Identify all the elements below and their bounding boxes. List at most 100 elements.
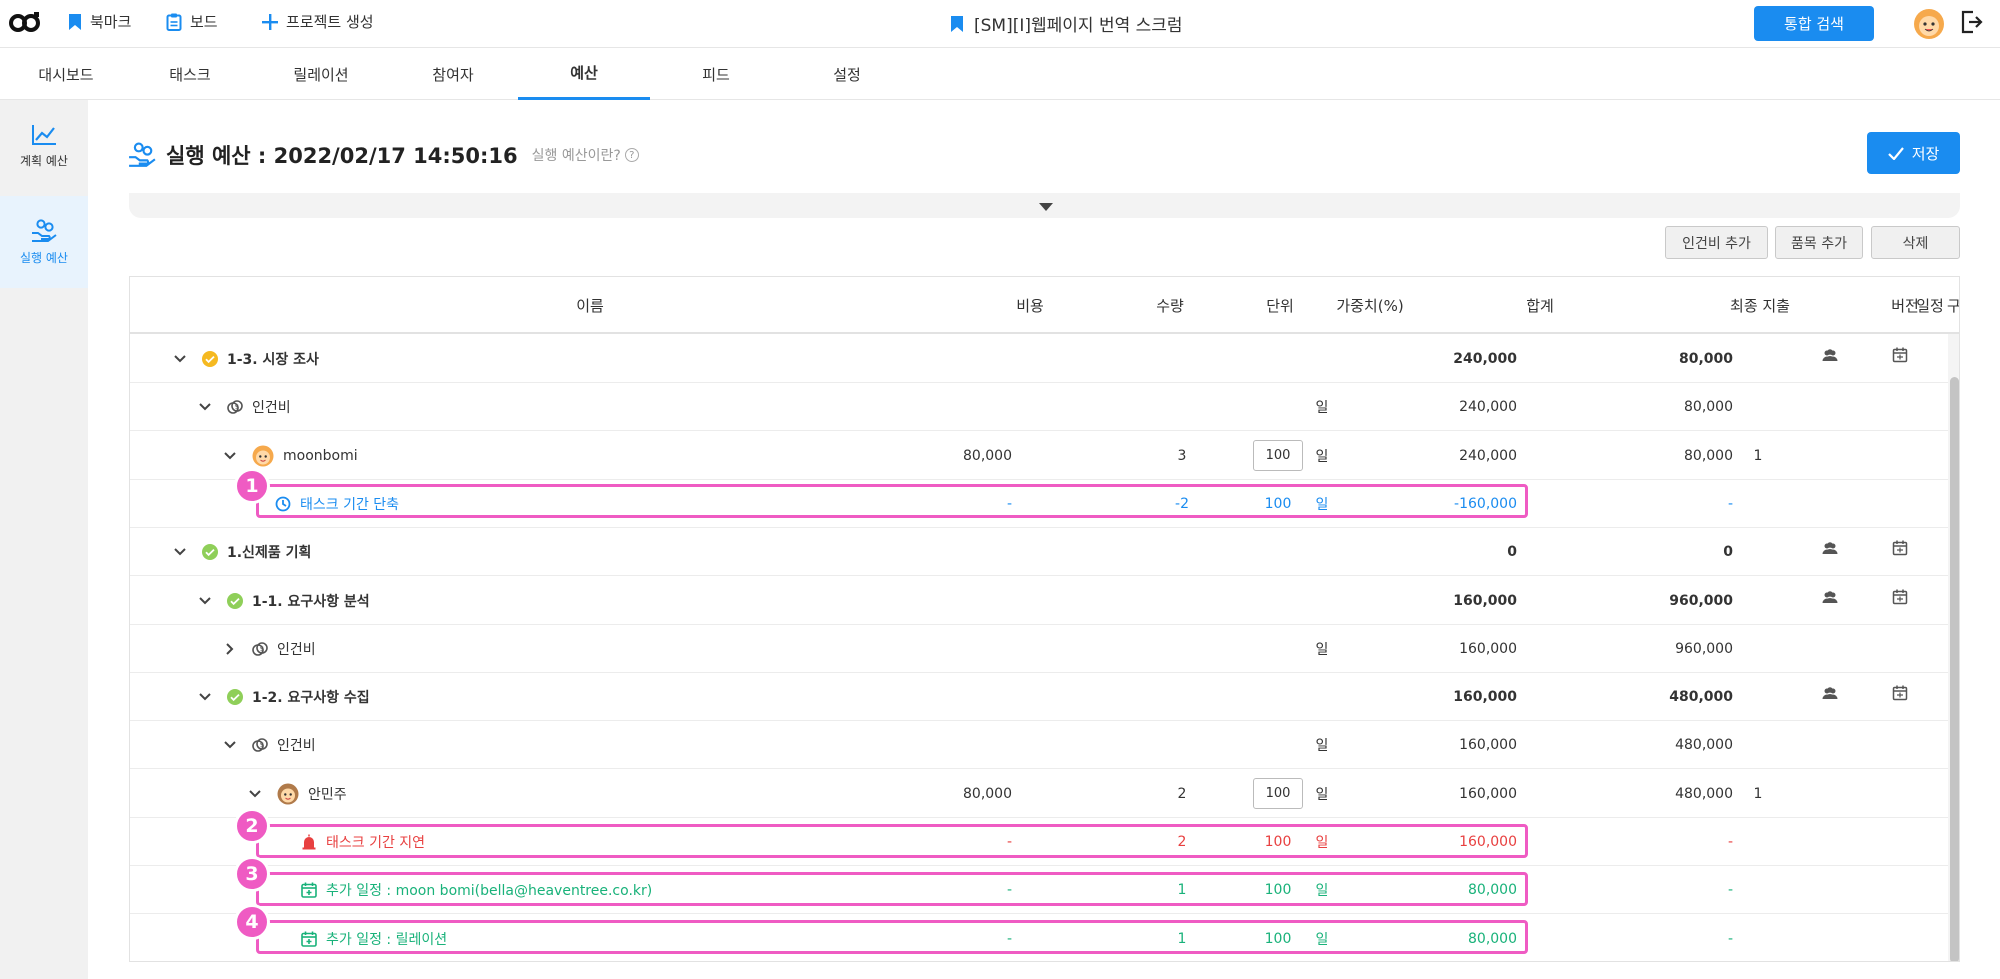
status-check-icon bbox=[202, 351, 218, 367]
chevron-down-icon[interactable] bbox=[199, 595, 211, 607]
tab-participants[interactable]: 참여자 bbox=[387, 48, 519, 100]
total-cell: 240,000 bbox=[1459, 447, 1517, 464]
project-title: [SM][I]웹페이지 번역 스크럼 bbox=[950, 11, 1183, 36]
page-title: 실행 예산 : 2022/02/17 14:50:16 bbox=[166, 144, 518, 168]
weight-input[interactable]: 100 bbox=[1253, 778, 1303, 810]
sidebar-item-execution-budget[interactable]: 실행 예산 bbox=[0, 196, 88, 288]
budget-table: 이름 비용 수량 단위 가중치(%) 합계 최종 지출 버전 구성 인원 일정 … bbox=[129, 276, 1960, 962]
version-cell: 1 bbox=[1753, 785, 1763, 802]
cost-cell: 80,000 bbox=[963, 785, 1012, 802]
col-unit: 단위 bbox=[1266, 297, 1294, 315]
row-name-label: 1-1. 요구사항 분석 bbox=[252, 593, 370, 610]
create-project-link[interactable]: 프로젝트 생성 bbox=[262, 11, 374, 32]
logout-icon[interactable] bbox=[1961, 10, 1983, 34]
add-labor-cost-button[interactable]: 인건비 추가 bbox=[1665, 226, 1768, 259]
row-name-cell: $ 인건비 bbox=[224, 625, 784, 673]
final-cell: 480,000 bbox=[1675, 737, 1733, 754]
table-row[interactable]: 1-2. 요구사항 수집 160,000 480,000 bbox=[130, 673, 1959, 722]
bookmark-label: 북마크 bbox=[90, 13, 132, 31]
row-name-label: 인건비 bbox=[277, 641, 316, 658]
table-row[interactable]: $ 인건비 일 160,000 960,000 bbox=[130, 625, 1959, 673]
group-members-icon[interactable] bbox=[1822, 685, 1838, 701]
members-cell bbox=[1800, 573, 1860, 621]
qty-cell: 2 bbox=[1177, 785, 1187, 802]
app-logo-icon[interactable] bbox=[8, 10, 42, 36]
row-name-cell: moonbomi bbox=[224, 432, 784, 480]
board-link[interactable]: 보드 bbox=[166, 11, 218, 32]
tab-relations[interactable]: 릴레이션 bbox=[255, 48, 387, 100]
tab-dashboard[interactable]: 대시보드 bbox=[0, 48, 132, 100]
version-cell: 1 bbox=[1753, 447, 1763, 464]
schedule-cell bbox=[1870, 331, 1930, 379]
group-members-icon[interactable] bbox=[1822, 540, 1838, 556]
chevron-down-icon[interactable] bbox=[199, 691, 211, 703]
global-search-button[interactable]: 통합 검색 bbox=[1754, 6, 1874, 41]
caret-down-icon bbox=[1039, 203, 1053, 211]
final-cell: 80,000 bbox=[1684, 447, 1733, 464]
table-row[interactable]: 안민주 80,000 2 일 100 160,000 480,000 1 bbox=[130, 770, 1959, 818]
save-button[interactable]: 저장 bbox=[1867, 132, 1960, 174]
line-chart-icon bbox=[32, 124, 56, 145]
coins-icon: $ bbox=[252, 641, 268, 656]
delete-button[interactable]: 삭제 bbox=[1871, 226, 1960, 259]
table-row[interactable]: 1-1. 요구사항 분석 160,000 960,000 bbox=[130, 577, 1959, 625]
final-cell: 80,000 bbox=[1684, 399, 1733, 416]
final-cell: - bbox=[1727, 495, 1733, 512]
main-tabs: 대시보드 태스크 릴레이션 참여자 예산 피드 설정 bbox=[0, 48, 2000, 100]
calendar-icon[interactable] bbox=[1892, 685, 1908, 701]
user-avatar[interactable] bbox=[1913, 8, 1945, 40]
weight-input[interactable]: 100 bbox=[1253, 440, 1303, 472]
sidebar-item-planned-budget[interactable]: 계획 예산 bbox=[0, 100, 88, 192]
col-final: 최종 지출 bbox=[1730, 297, 1790, 315]
scrollbar-thumb[interactable] bbox=[1950, 377, 1959, 961]
row-name-cell: 1-1. 요구사항 분석 bbox=[199, 577, 759, 625]
col-name: 이름 bbox=[576, 297, 604, 315]
project-title-text: [SM][I]웹페이지 번역 스크럼 bbox=[974, 16, 1183, 36]
row-name-label: 인건비 bbox=[277, 738, 316, 755]
chevron-down-icon[interactable] bbox=[174, 353, 186, 365]
tab-feed[interactable]: 피드 bbox=[650, 48, 782, 100]
chevron-down-icon[interactable] bbox=[249, 788, 261, 800]
chevron-right-icon[interactable] bbox=[224, 643, 236, 655]
chevron-down-icon[interactable] bbox=[224, 450, 236, 462]
group-members-icon[interactable] bbox=[1822, 347, 1838, 363]
status-check-icon bbox=[227, 689, 243, 706]
chevron-down-icon[interactable] bbox=[199, 401, 211, 413]
chevron-down-icon[interactable] bbox=[174, 546, 186, 558]
final-cell: 80,000 bbox=[1678, 351, 1733, 367]
sidebar-item-label: 계획 예산 bbox=[20, 153, 68, 168]
bookmark-link[interactable]: 북마크 bbox=[68, 11, 131, 32]
table-row[interactable]: 1.신제품 기획 0 0 bbox=[130, 528, 1959, 577]
row-name-cell: $ 인건비 bbox=[224, 721, 784, 769]
calendar-icon[interactable] bbox=[1892, 347, 1908, 363]
coins-icon: $ bbox=[227, 400, 243, 415]
schedule-cell bbox=[1870, 573, 1930, 621]
table-row[interactable]: $ 인건비 일 160,000 480,000 bbox=[130, 721, 1959, 770]
total-cell: 160,000 bbox=[1459, 737, 1517, 754]
highlight-box-2 bbox=[256, 824, 1528, 858]
annotation-badge-4: 4 bbox=[234, 904, 270, 940]
group-members-icon[interactable] bbox=[1822, 589, 1838, 605]
table-row[interactable]: 1-3. 시장 조사 240,000 80,000 bbox=[130, 335, 1959, 383]
row-name-cell: 1-3. 시장 조사 bbox=[174, 335, 734, 383]
tab-tasks[interactable]: 태스크 bbox=[124, 48, 256, 100]
budget-sidebar: 계획 예산 실행 예산 bbox=[0, 100, 88, 979]
table-row[interactable]: $ 인건비 일 240,000 80,000 bbox=[130, 383, 1959, 432]
final-cell: 480,000 bbox=[1675, 785, 1733, 802]
board-label: 보드 bbox=[190, 13, 218, 31]
calendar-icon[interactable] bbox=[1892, 540, 1908, 556]
tab-budget[interactable]: 예산 bbox=[518, 48, 650, 100]
row-name-label: moonbomi bbox=[283, 447, 358, 464]
members-cell bbox=[1800, 331, 1860, 379]
budget-help-link[interactable]: 실행 예산이란? ? bbox=[532, 145, 639, 165]
tab-settings[interactable]: 설정 bbox=[781, 48, 913, 100]
summary-collapse-bar[interactable] bbox=[129, 193, 1960, 218]
bookmark-icon bbox=[69, 13, 81, 30]
bookmark-filled-icon[interactable] bbox=[950, 15, 964, 33]
table-row[interactable]: moonbomi 80,000 3 일 100 240,000 80,000 1 bbox=[130, 432, 1959, 480]
chevron-down-icon[interactable] bbox=[224, 739, 236, 751]
calendar-icon[interactable] bbox=[1892, 589, 1908, 605]
add-item-button[interactable]: 품목 추가 bbox=[1775, 226, 1863, 259]
table-header: 이름 비용 수량 단위 가중치(%) 합계 최종 지출 버전 구성 인원 bbox=[130, 277, 1959, 334]
col-qty: 수량 bbox=[1156, 297, 1184, 315]
